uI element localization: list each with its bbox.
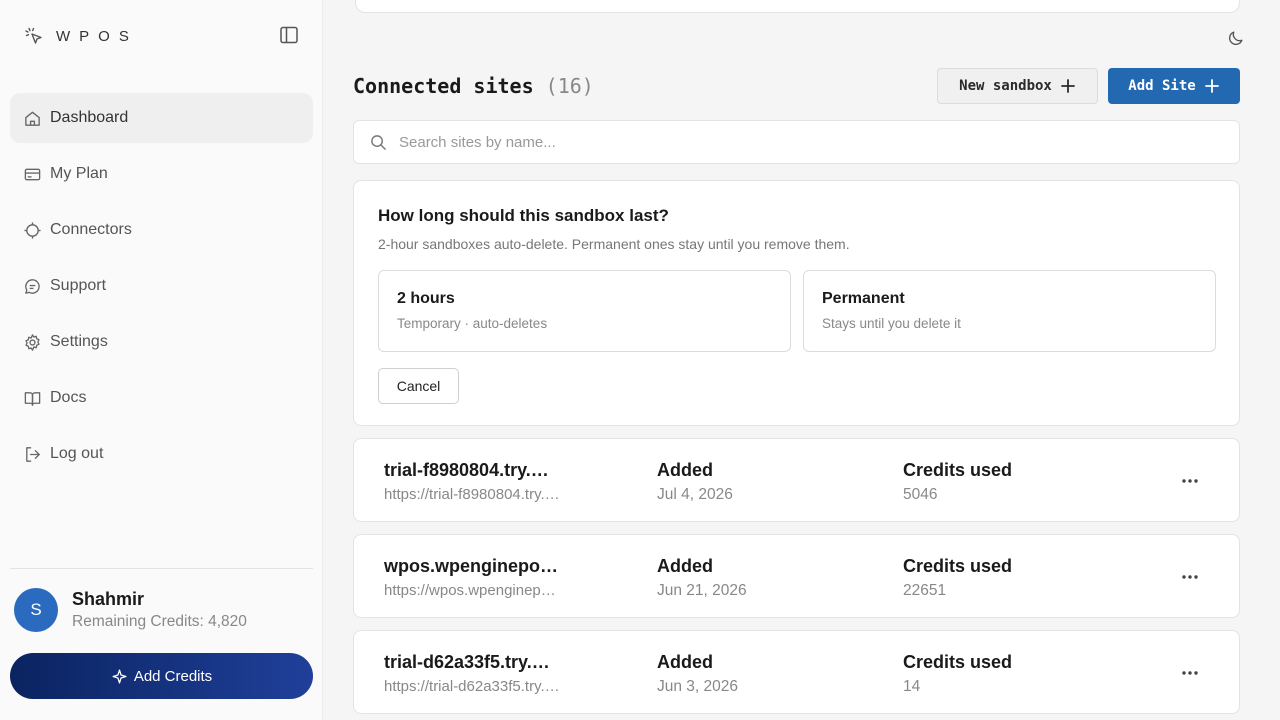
site-url[interactable]: https://wpos.wpenginepowered.com bbox=[384, 582, 560, 599]
sidebar-item-support[interactable]: Support bbox=[10, 261, 313, 311]
search-bar bbox=[353, 120, 1240, 164]
sidebar-item-label: Dashboard bbox=[50, 109, 129, 126]
option-2-hours[interactable]: 2 hours Temporary · auto-deletes bbox=[378, 270, 791, 352]
site-name[interactable]: trial-d62a33f5.try.wpengine.com bbox=[384, 652, 560, 673]
sandbox-title: How long should this sandbox last? bbox=[378, 206, 669, 225]
sidebar-item-my-plan[interactable]: My Plan bbox=[10, 149, 313, 199]
sidebar-nav: Dashboard My Plan Connectors Support Set… bbox=[10, 93, 313, 485]
gear-icon bbox=[23, 333, 42, 352]
sidebar-divider bbox=[10, 568, 313, 569]
new-sandbox-button[interactable]: New sandbox bbox=[937, 68, 1098, 104]
added-label: Added bbox=[657, 652, 713, 672]
sidebar-item-docs[interactable]: Docs bbox=[10, 373, 313, 423]
credits-used-value: 5046 bbox=[903, 486, 938, 503]
sidebar-item-settings[interactable]: Settings bbox=[10, 317, 313, 367]
sidebar-item-label: Settings bbox=[50, 333, 108, 350]
plus-icon bbox=[1060, 78, 1076, 94]
remaining-credits: Remaining Credits: 4,820 bbox=[72, 613, 247, 630]
sidebar-item-label: Connectors bbox=[50, 221, 132, 238]
plus-icon bbox=[1204, 78, 1220, 94]
credits-used-label: Credits used bbox=[903, 652, 1013, 672]
more-options-icon[interactable] bbox=[1179, 662, 1201, 684]
brand[interactable]: WPOS bbox=[24, 26, 138, 46]
add-site-label: Add Site bbox=[1128, 78, 1196, 94]
added-label: Added bbox=[657, 460, 713, 480]
search-icon bbox=[370, 134, 387, 151]
add-credits-button[interactable]: Add Credits bbox=[10, 653, 313, 699]
added-label: Added bbox=[657, 556, 713, 576]
user-profile[interactable]: S Shahmir Remaining Credits: 4,820 bbox=[14, 588, 247, 632]
user-info: Shahmir Remaining Credits: 4,820 bbox=[72, 589, 247, 631]
page-title-text: Connected sites bbox=[353, 74, 534, 98]
sidebar-toggle-icon[interactable] bbox=[278, 24, 300, 46]
option-description: Temporary · auto-deletes bbox=[397, 316, 548, 331]
sidebar-item-connectors[interactable]: Connectors bbox=[10, 205, 313, 255]
site-count: (16) bbox=[545, 74, 594, 98]
added-date: Jun 3, 2026 bbox=[657, 678, 739, 695]
home-icon bbox=[23, 109, 42, 128]
credits-used-value: 14 bbox=[903, 678, 921, 695]
book-icon bbox=[23, 389, 42, 408]
credit-card-icon bbox=[23, 165, 42, 184]
sandbox-duration-panel: How long should this sandbox last? 2-hou… bbox=[353, 180, 1240, 426]
more-options-icon[interactable] bbox=[1179, 470, 1201, 492]
credits-used-value: 22651 bbox=[903, 582, 947, 599]
sparkle-icon bbox=[111, 668, 128, 685]
more-options-icon[interactable] bbox=[1179, 566, 1201, 588]
sidebar-item-label: Support bbox=[50, 277, 107, 294]
sidebar-item-log-out[interactable]: Log out bbox=[10, 429, 313, 479]
option-title: 2 hours bbox=[397, 290, 455, 307]
credits-used-label: Credits used bbox=[903, 556, 1013, 576]
top-panel-edge bbox=[355, 0, 1240, 13]
added-date: Jun 21, 2026 bbox=[657, 582, 747, 599]
option-title: Permanent bbox=[822, 290, 905, 307]
chat-bubble-icon bbox=[23, 277, 42, 296]
site-url[interactable]: https://trial-d62a33f5.try.wpengine.com bbox=[384, 678, 560, 695]
sidebar-item-label: My Plan bbox=[50, 165, 108, 182]
connector-icon bbox=[23, 221, 42, 240]
search-input[interactable] bbox=[399, 133, 1219, 151]
credits-used-label: Credits used bbox=[903, 460, 1013, 480]
moon-icon[interactable] bbox=[1227, 29, 1245, 47]
user-name: Shahmir bbox=[72, 589, 145, 609]
brand-name: WPOS bbox=[56, 27, 138, 45]
cancel-button[interactable]: Cancel bbox=[378, 368, 459, 404]
site-card[interactable]: trial-f8980804.try.wpengine.com https://… bbox=[353, 438, 1240, 522]
sandbox-subtitle: 2-hour sandboxes auto-delete. Permanent … bbox=[378, 236, 850, 252]
sidebar-item-label: Docs bbox=[50, 389, 87, 406]
main-content: Connected sites (16) New sandbox Add Sit… bbox=[324, 0, 1280, 720]
add-site-button[interactable]: Add Site bbox=[1108, 68, 1240, 104]
sidebar-item-dashboard[interactable]: Dashboard bbox=[10, 93, 313, 143]
cursor-click-icon bbox=[24, 26, 44, 46]
sidebar-item-label: Log out bbox=[50, 445, 104, 462]
site-card[interactable]: wpos.wpenginepowered.com https://wpos.wp… bbox=[353, 534, 1240, 618]
site-name[interactable]: trial-f8980804.try.wpengine.com bbox=[384, 460, 560, 481]
add-credits-label: Add Credits bbox=[133, 667, 213, 685]
site-url[interactable]: https://trial-f8980804.try.wpengine.com bbox=[384, 486, 560, 503]
sidebar: WPOS Dashboard My Plan Connectors Suppor… bbox=[0, 0, 323, 720]
logout-icon bbox=[23, 445, 42, 464]
page-title: Connected sites (16) bbox=[353, 74, 594, 98]
option-permanent[interactable]: Permanent Stays until you delete it bbox=[803, 270, 1216, 352]
option-description: Stays until you delete it bbox=[822, 316, 961, 331]
new-sandbox-label: New sandbox bbox=[959, 78, 1052, 94]
avatar: S bbox=[14, 588, 58, 632]
added-date: Jul 4, 2026 bbox=[657, 486, 733, 503]
site-card[interactable]: trial-d62a33f5.try.wpengine.com https://… bbox=[353, 630, 1240, 714]
site-name[interactable]: wpos.wpenginepowered.com bbox=[384, 556, 560, 577]
